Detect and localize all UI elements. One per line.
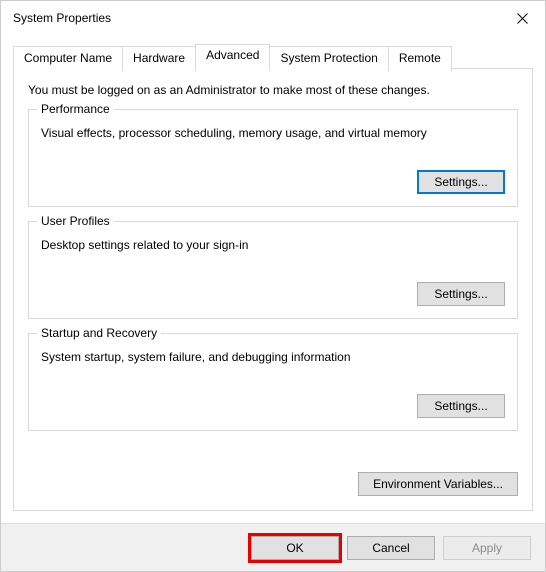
close-button[interactable]: [499, 1, 545, 35]
group-user-profiles: User Profiles Desktop settings related t…: [28, 221, 518, 319]
apply-button[interactable]: Apply: [443, 536, 531, 560]
environment-variables-button[interactable]: Environment Variables...: [358, 472, 518, 496]
admin-required-text: You must be logged on as an Administrato…: [28, 83, 518, 97]
group-user-profiles-desc: Desktop settings related to your sign-in: [41, 238, 505, 252]
ok-button[interactable]: OK: [251, 536, 339, 560]
close-icon: [517, 13, 528, 24]
tab-system-protection[interactable]: System Protection: [269, 46, 388, 71]
group-user-profiles-title: User Profiles: [37, 214, 114, 228]
cancel-button[interactable]: Cancel: [347, 536, 435, 560]
window-title: System Properties: [13, 11, 111, 25]
group-startup-recovery: Startup and Recovery System startup, sys…: [28, 333, 518, 431]
group-performance-title: Performance: [37, 102, 114, 116]
dialog-body: Computer Name Hardware Advanced System P…: [1, 35, 545, 523]
tab-advanced[interactable]: Advanced: [195, 44, 270, 69]
group-startup-recovery-desc: System startup, system failure, and debu…: [41, 350, 505, 364]
user-profiles-settings-button[interactable]: Settings...: [417, 282, 505, 306]
tab-remote[interactable]: Remote: [388, 46, 452, 71]
group-performance: Performance Visual effects, processor sc…: [28, 109, 518, 207]
tab-computer-name[interactable]: Computer Name: [13, 46, 123, 71]
tab-panel-advanced: You must be logged on as an Administrato…: [13, 68, 533, 511]
system-properties-window: System Properties Computer Name Hardware…: [0, 0, 546, 572]
performance-settings-button[interactable]: Settings...: [417, 170, 505, 194]
tab-hardware[interactable]: Hardware: [122, 46, 196, 71]
group-startup-recovery-title: Startup and Recovery: [37, 326, 161, 340]
titlebar: System Properties: [1, 1, 545, 35]
startup-recovery-settings-button[interactable]: Settings...: [417, 394, 505, 418]
dialog-button-bar: OK Cancel Apply: [1, 523, 545, 571]
tab-strip: Computer Name Hardware Advanced System P…: [13, 44, 533, 69]
group-performance-desc: Visual effects, processor scheduling, me…: [41, 126, 505, 140]
